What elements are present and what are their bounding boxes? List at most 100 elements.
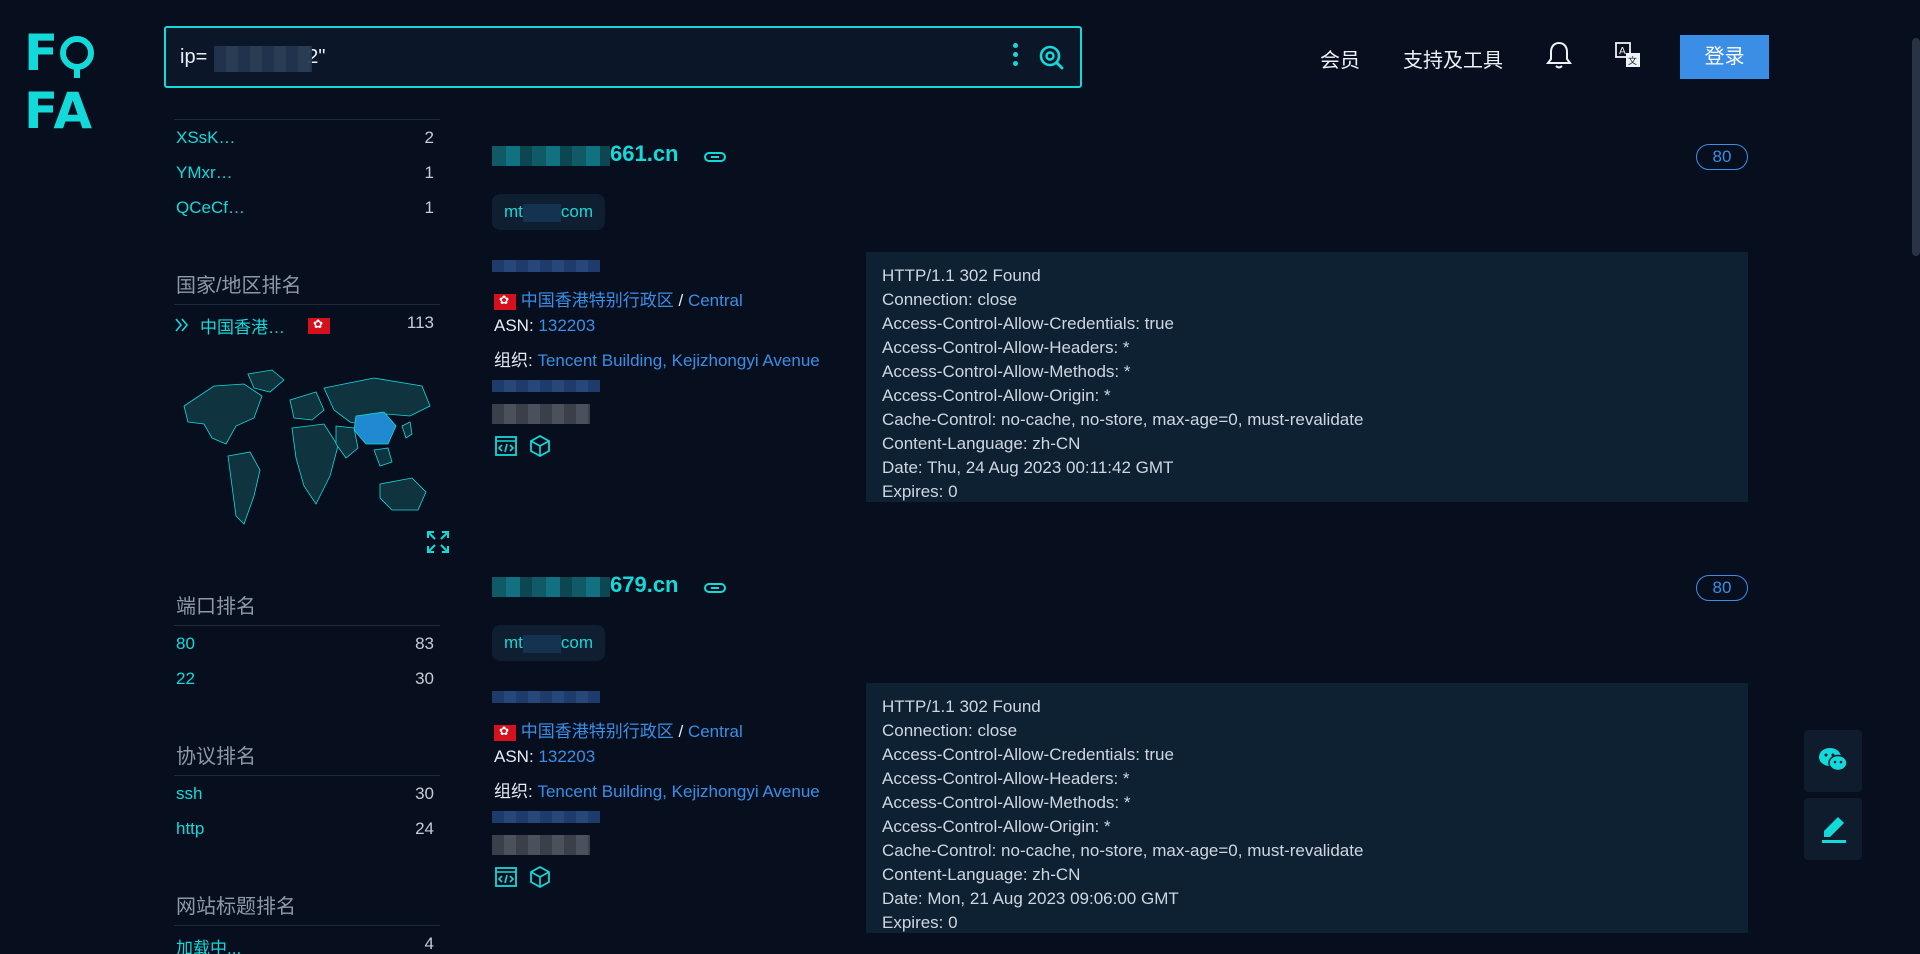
item-label[interactable]: QCeCf… <box>176 198 245 218</box>
extra-redaction <box>492 835 590 855</box>
statistics-sidebar: XSsK… 2 YMxr… 1 QCeCf… 1 国家/地区排名 中国香港… 1… <box>174 118 449 954</box>
more-options-icon[interactable] <box>1010 42 1020 72</box>
header-line: Access-Control-Allow-Credentials: true <box>882 745 1174 764</box>
item-label[interactable]: 80 <box>176 634 195 654</box>
result-host-link[interactable]: 679.cn <box>610 572 679 598</box>
header-line: HTTP/1.1 302 Found <box>882 266 1041 285</box>
item-label[interactable]: 加载中... <box>176 934 241 954</box>
expand-icon[interactable] <box>426 530 450 554</box>
list-item[interactable]: 22 30 <box>174 665 440 695</box>
subdomain-suffix: com <box>560 633 594 652</box>
subdomain-prefix: mt <box>504 633 523 652</box>
item-count: 30 <box>415 669 434 688</box>
subdomain-redaction <box>522 634 561 653</box>
search-icon[interactable] <box>1038 44 1064 70</box>
nav-tools-link[interactable]: 支持及工具 <box>1403 44 1503 73</box>
port-badge[interactable]: 80 <box>1696 575 1748 601</box>
org-label: 组织: <box>494 351 533 370</box>
item-label[interactable]: ssh <box>176 784 202 804</box>
item-count: 24 <box>415 819 434 838</box>
city-link[interactable]: Central <box>688 722 743 741</box>
org-link[interactable]: Tencent Building, Kejizhongyi Avenue <box>537 782 819 801</box>
world-map[interactable] <box>174 366 440 546</box>
list-item[interactable]: 加载中... 4 <box>174 930 440 954</box>
link-icon[interactable] <box>704 152 726 162</box>
header-line: Connection: close <box>882 721 1018 740</box>
ip-redaction <box>492 260 600 272</box>
bell-icon[interactable] <box>1546 40 1572 70</box>
location-separator: / <box>678 291 684 310</box>
cube-icon[interactable] <box>528 434 552 458</box>
divider <box>174 925 440 926</box>
edit-icon <box>1822 817 1846 843</box>
http-header-box[interactable]: HTTP/1.1 302 Found Connection: close Acc… <box>866 683 1748 933</box>
header-line: Access-Control-Allow-Origin: * <box>882 817 1111 836</box>
port-ranking-title: 端口排名 <box>176 596 256 618</box>
fofa-logo[interactable]: FFA <box>24 24 146 140</box>
list-item[interactable]: YMxr… 1 <box>174 159 440 189</box>
protocol-ranking-title: 协议排名 <box>176 746 256 768</box>
item-label[interactable]: XSsK… <box>176 128 236 148</box>
subdomain-prefix: mt <box>504 202 523 221</box>
asn-line: ASN: 132203 <box>494 316 595 336</box>
item-count: 4 <box>424 934 434 953</box>
list-item[interactable]: QCeCf… 1 <box>174 194 440 224</box>
subdomain-tag[interactable]: mt com <box>492 625 606 661</box>
item-label[interactable]: http <box>176 819 204 839</box>
asn-link[interactable]: 132203 <box>538 747 595 766</box>
nav-member-link[interactable]: 会员 <box>1320 44 1360 73</box>
divider <box>174 304 440 305</box>
country-count: 113 <box>406 313 434 332</box>
item-label[interactable]: 22 <box>176 669 195 689</box>
title-redaction <box>492 146 610 166</box>
http-header-box[interactable]: HTTP/1.1 302 Found Connection: close Acc… <box>866 252 1748 502</box>
list-item[interactable]: http 24 <box>174 815 440 845</box>
feedback-button[interactable] <box>1804 798 1862 860</box>
result-card: 679.cn 80 mt com 中国香港特别行政区 / Central ASN:… <box>482 549 1748 954</box>
divider <box>174 625 440 626</box>
code-icon[interactable] <box>494 865 518 889</box>
link-icon[interactable] <box>704 583 726 593</box>
header-line: Access-Control-Allow-Origin: * <box>882 386 1111 405</box>
header-line: Expires: 0 <box>882 482 958 501</box>
subdomain-redaction <box>522 203 561 222</box>
item-count: 30 <box>415 784 434 803</box>
result-host-link[interactable]: 661.cn <box>610 141 679 167</box>
divider <box>174 775 440 776</box>
header-line: Access-Control-Allow-Headers: * <box>882 338 1130 357</box>
extra-redaction <box>492 380 600 392</box>
country-ranking-title: 国家/地区排名 <box>176 275 302 297</box>
item-count: 1 <box>424 163 434 182</box>
location-line: 中国香港特别行政区 / Central <box>494 286 743 311</box>
list-item[interactable]: ssh 30 <box>174 780 440 810</box>
wechat-icon <box>1819 748 1848 772</box>
header-line: Access-Control-Allow-Methods: * <box>882 793 1131 812</box>
hong-kong-flag-icon <box>494 724 516 741</box>
item-label[interactable]: YMxr… <box>176 163 233 183</box>
city-link[interactable]: Central <box>688 291 743 310</box>
double-chevron-right-icon <box>175 318 189 332</box>
hong-kong-flag-icon <box>308 317 330 334</box>
region-link[interactable]: 中国香港特别行政区 <box>521 722 674 741</box>
code-icon[interactable] <box>494 434 518 458</box>
wechat-button[interactable] <box>1804 730 1862 792</box>
list-item[interactable]: 80 83 <box>174 630 440 660</box>
cube-icon[interactable] <box>528 865 552 889</box>
search-redaction <box>214 46 312 72</box>
header-line: Expires: 0 <box>882 913 958 932</box>
port-badge[interactable]: 80 <box>1696 144 1748 170</box>
subdomain-tag[interactable]: mt com <box>492 194 606 230</box>
language-icon[interactable]: A 文 <box>1614 41 1642 69</box>
country-item[interactable]: 中国香港… 113 <box>174 309 440 339</box>
org-link[interactable]: Tencent Building, Kejizhongyi Avenue <box>537 351 819 370</box>
login-button[interactable]: 登录 <box>1680 35 1769 79</box>
region-link[interactable]: 中国香港特别行政区 <box>521 291 674 310</box>
asn-label: ASN: <box>494 316 534 335</box>
scrollbar[interactable] <box>1912 38 1920 256</box>
asn-link[interactable]: 132203 <box>538 316 595 335</box>
country-label[interactable]: 中国香港… <box>200 313 285 338</box>
asn-label: ASN: <box>494 747 534 766</box>
divider <box>174 119 440 120</box>
hong-kong-flag-icon <box>494 293 516 310</box>
list-item[interactable]: XSsK… 2 <box>174 124 440 154</box>
